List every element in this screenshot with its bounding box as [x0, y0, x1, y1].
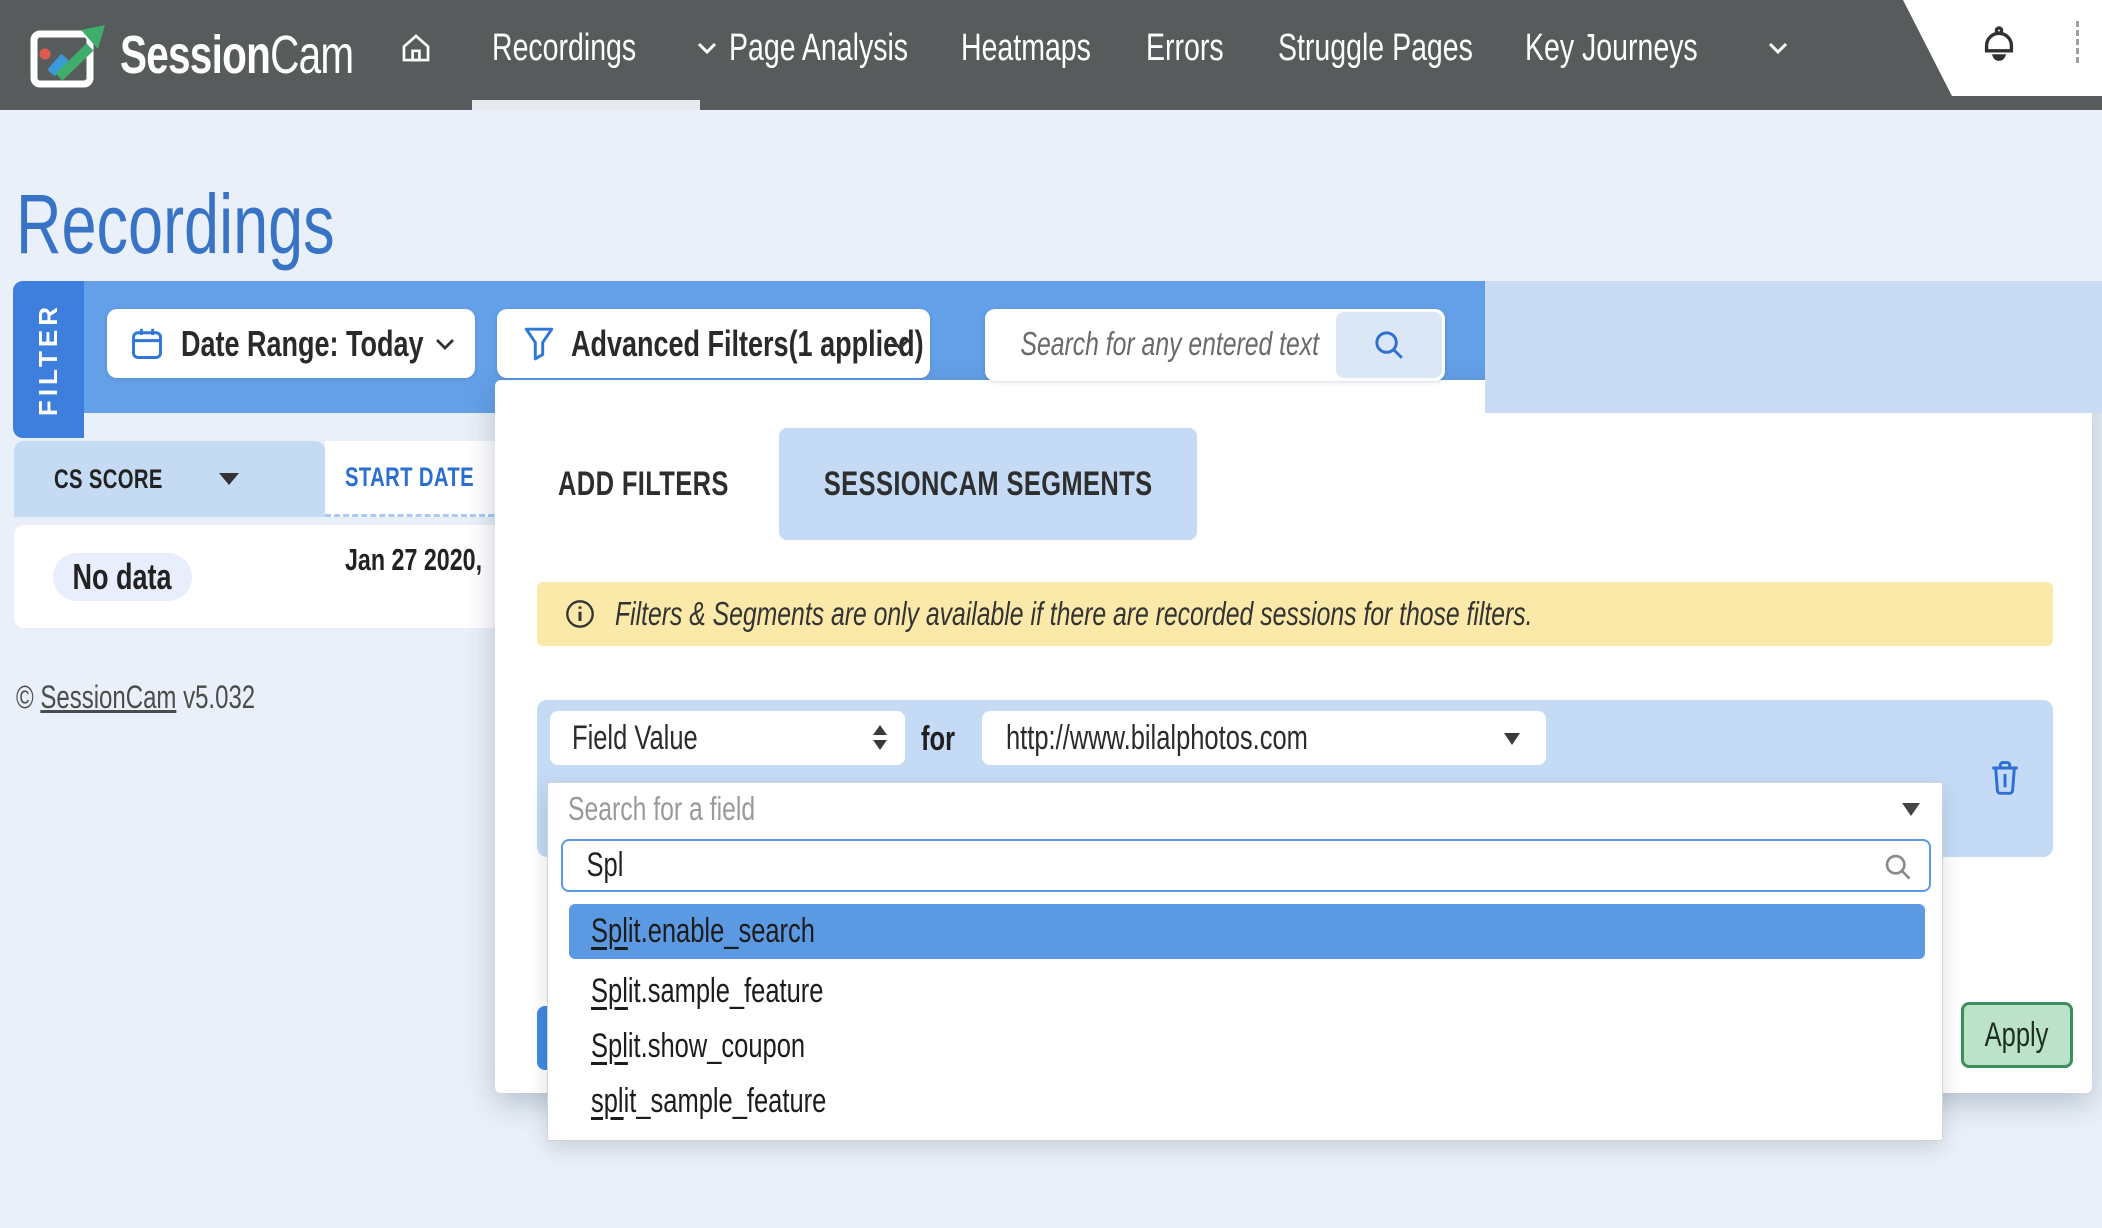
field-search-dropdown: Search for a field Split.enable_search S… [547, 782, 1943, 1141]
funnel-icon [523, 326, 555, 362]
column-header-cs-score[interactable]: CS SCORE [14, 441, 325, 517]
option-split-show-coupon[interactable]: Split.show_coupon [569, 1019, 1925, 1074]
page-title: Recordings [16, 176, 441, 273]
cs-score-badge: No data [53, 553, 192, 601]
notifications-button[interactable] [1973, 22, 2025, 68]
apply-button[interactable]: Apply [1961, 1002, 2073, 1068]
sessioncam-logo-icon [28, 17, 112, 93]
option-split-enable-search[interactable]: Split.enable_search [569, 904, 1925, 959]
field-combobox[interactable]: Search for a field [548, 783, 1942, 835]
option-split-sample-feature[interactable]: Split.sample_feature [569, 964, 1925, 1019]
field-combobox-placeholder: Search for a field [568, 790, 755, 828]
site-select[interactable]: http://www.bilalphotos.com [982, 711, 1546, 765]
nav-recordings[interactable]: Recordings [492, 0, 718, 96]
field-type-value: Field Value [572, 719, 698, 758]
sessioncam-logo[interactable]: SessionCam [28, 16, 431, 94]
sessioncam-footer-link[interactable]: SessionCam [40, 679, 176, 715]
footer-copyright: © SessionCam v5.032 [16, 679, 335, 716]
tab-sessioncam-segments[interactable]: SESSIONCAM SEGMENTS [779, 428, 1197, 540]
field-search-input[interactable] [585, 845, 1485, 886]
nav-struggle-pages-label: Struggle Pages [1278, 27, 1473, 70]
nav-errors[interactable]: Errors [1146, 0, 1249, 96]
bell-icon [1980, 25, 2018, 65]
nav-errors-label: Errors [1146, 27, 1224, 70]
search-icon [1372, 328, 1406, 362]
tab-add-filters[interactable]: ADD FILTERS [558, 454, 786, 514]
info-icon [565, 599, 595, 629]
filter-bar-extension [1485, 281, 2102, 413]
advanced-filters-button[interactable]: Advanced Filters(1 applied) [497, 309, 930, 378]
nav-heatmaps-label: Heatmaps [961, 27, 1091, 70]
field-search-box [561, 839, 1931, 892]
site-select-value: http://www.bilalphotos.com [1006, 719, 1308, 758]
info-banner: Filters & Segments are only available if… [537, 582, 2053, 646]
cs-score-header-label: CS SCORE [54, 464, 163, 495]
nav-heatmaps[interactable]: Heatmaps [961, 0, 1134, 96]
nav-page-analysis-label: Page Analysis [729, 27, 908, 70]
trash-icon [1989, 759, 2021, 797]
text-search-input[interactable] [1019, 315, 1334, 373]
search-button[interactable] [1336, 312, 1442, 378]
home-icon [399, 31, 433, 65]
nav-key-journeys-label: Key Journeys [1525, 27, 1698, 70]
nav-page-analysis[interactable]: Page Analysis [729, 0, 968, 96]
more-options-handle[interactable] [2076, 21, 2079, 63]
delete-filter-button[interactable] [1985, 756, 2025, 800]
search-icon [1883, 852, 1913, 882]
date-range-button[interactable]: Date Range: Today [107, 309, 475, 378]
dropdown-caret-icon [1902, 803, 1920, 816]
nav-recordings-label: Recordings [492, 27, 636, 70]
chevron-down-icon [890, 338, 910, 351]
filter-side-tab-label: FILTER [33, 303, 64, 416]
chevron-down-icon [435, 338, 455, 351]
advanced-filters-label: Advanced Filters(1 applied) [571, 323, 924, 365]
option-split-sample-feature-underscore[interactable]: split_sample_feature [569, 1074, 1925, 1129]
select-spinner-icon [873, 725, 887, 750]
sessioncam-app: SessionCam Recordings Page Analysis Heat… [0, 0, 2102, 1228]
filter-side-tab[interactable]: FILTER [13, 281, 84, 438]
active-tab-indicator [472, 100, 700, 110]
nav-struggle-pages[interactable]: Struggle Pages [1278, 0, 1538, 96]
info-banner-text: Filters & Segments are only available if… [615, 595, 1533, 633]
dropdown-caret-icon [1504, 733, 1520, 745]
sort-descending-icon [219, 473, 239, 485]
for-label: for [921, 720, 966, 759]
chevron-down-icon [1767, 41, 1789, 55]
text-search-box [985, 309, 1445, 381]
date-range-label: Date Range: Today [181, 323, 424, 365]
calendar-icon [129, 326, 165, 362]
field-type-select[interactable]: Field Value [550, 711, 905, 765]
sessioncam-logo-text: SessionCam [120, 24, 353, 86]
nav-key-journeys[interactable]: Key Journeys [1525, 0, 1789, 96]
top-navbar: SessionCam Recordings Page Analysis Heat… [0, 0, 2102, 110]
nav-home[interactable] [399, 0, 433, 96]
advanced-filters-panel: ADD FILTERS SESSIONCAM SEGMENTS Filters … [495, 380, 2092, 1093]
start-date-header-label: START DATE [345, 462, 474, 493]
chevron-down-icon [696, 41, 718, 55]
